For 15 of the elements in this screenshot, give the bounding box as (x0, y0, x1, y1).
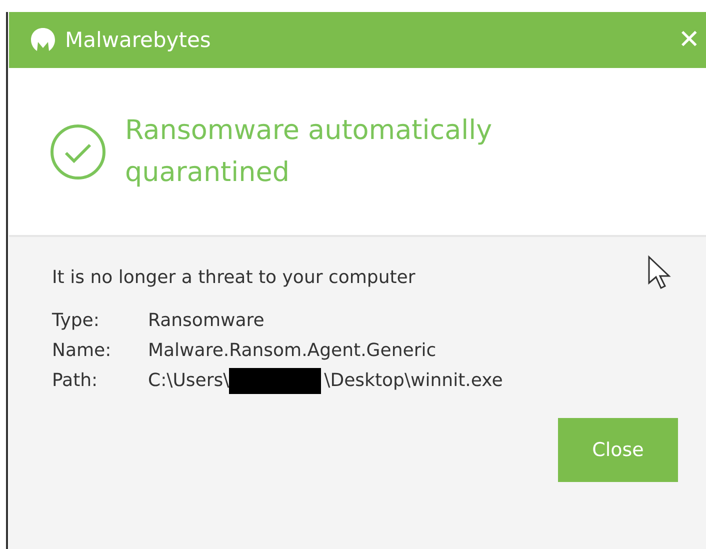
detail-value: Ransomware (148, 309, 264, 333)
close-button[interactable]: ✕ (678, 27, 706, 53)
checkmark-icon (49, 122, 107, 180)
status-heading: Ransomware automatically quarantined (125, 114, 494, 190)
detail-value: C:\Users\ (148, 369, 230, 393)
window-title: Malwarebytes (65, 28, 212, 52)
message-text: It is no longer a threat to your computer (52, 267, 416, 288)
detail-label: Path: (52, 369, 99, 393)
logo-icon (29, 26, 57, 54)
detail-value: \Desktop\winnit.exe (324, 369, 503, 393)
detail-value: Malware.Ransom.Agent.Generic (148, 339, 436, 363)
detail-label: Name: (52, 339, 112, 363)
cursor-icon (647, 255, 673, 291)
detail-label: Type: (52, 309, 100, 333)
close-button[interactable]: Close (558, 418, 678, 482)
